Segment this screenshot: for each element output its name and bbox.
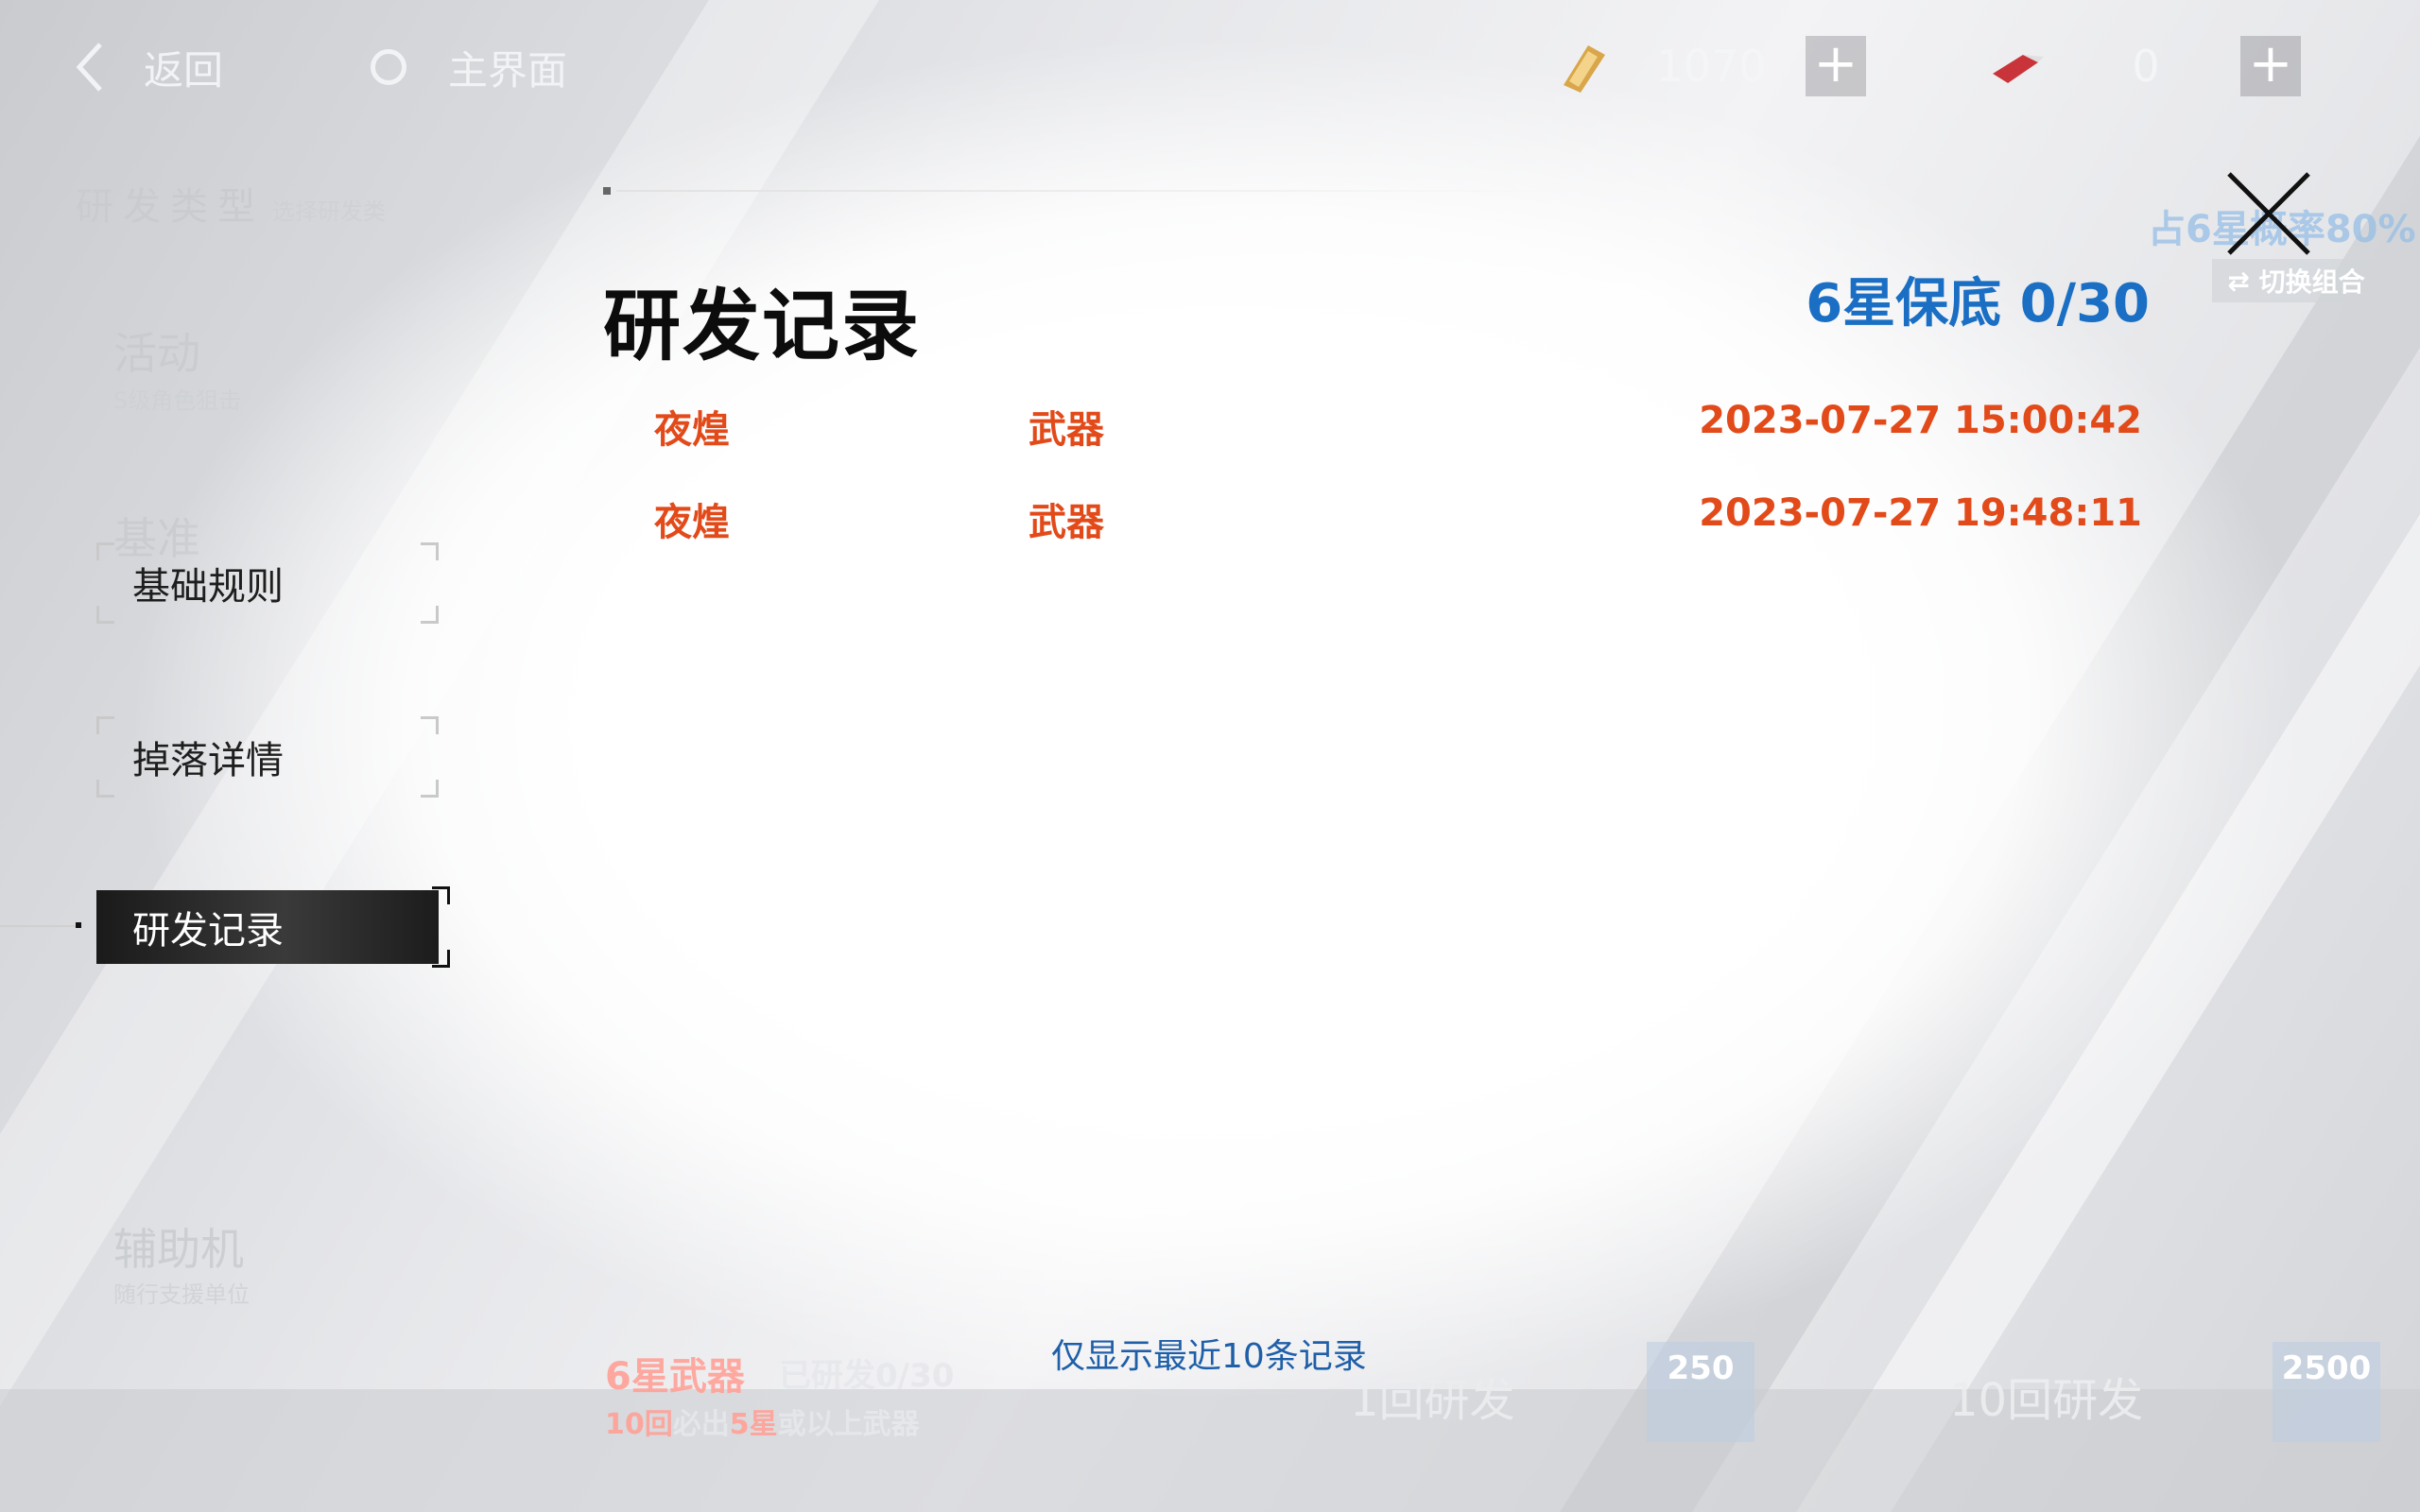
back-label: 返回 xyxy=(144,46,224,94)
close-button[interactable] xyxy=(2223,168,2314,259)
tab-label: 研发记录 xyxy=(132,909,284,953)
faded-item-activity: 活动 xyxy=(113,328,200,379)
faded-item-support-sub: 随行支援单位 xyxy=(113,1281,250,1308)
red-plus-button[interactable]: + xyxy=(2240,36,2301,96)
red-ticket-icon xyxy=(1985,38,2051,94)
switch-icon: ⇄ xyxy=(2227,265,2259,297)
single-pull-button[interactable]: 1回研发 xyxy=(1350,1363,1515,1429)
developed-count: 已研发0/30 xyxy=(779,1357,955,1395)
active-tab-indicator-dot xyxy=(76,922,81,928)
gold-ticket-icon xyxy=(1550,38,1616,94)
dialog-corner-dot xyxy=(603,187,611,195)
dialog-title: 研发记录 xyxy=(603,282,922,371)
tab-label: 基础规则 xyxy=(132,565,284,609)
sidebar-header-sub: 选择研发类 xyxy=(272,198,386,225)
record-type: 武器 xyxy=(1028,501,1104,544)
faded-item-activity-sub: S级角色狙击 xyxy=(113,387,242,414)
record-name: 夜煌 xyxy=(654,408,730,452)
single-pull-cost: 250 xyxy=(1647,1342,1754,1442)
gold-plus-button[interactable]: + xyxy=(1806,36,1866,96)
dialog-top-line xyxy=(616,190,1562,192)
guarantee-text: 10回必出5星或以上武器 xyxy=(605,1408,920,1441)
tab-dev-records[interactable]: 研发记录 xyxy=(96,886,450,968)
gold-value: 1070 xyxy=(1655,41,1767,92)
home-icon xyxy=(371,49,406,85)
record-row: 夜煌 武器 2023-07-27 15:00:42 xyxy=(654,399,2142,455)
switch-combo-button[interactable]: ⇄ 切换组合 xyxy=(2212,259,2380,302)
red-value: 0 xyxy=(2132,41,2160,92)
record-name: 夜煌 xyxy=(654,501,730,544)
ten-pull-button[interactable]: 10回研发 xyxy=(1949,1363,2143,1429)
home-label: 主界面 xyxy=(448,46,568,94)
currency-red: 0 + xyxy=(1985,30,2301,102)
home-button[interactable]: 主界面 xyxy=(371,34,567,100)
back-button[interactable]: 返回 xyxy=(76,34,223,100)
record-type: 武器 xyxy=(1028,408,1104,452)
faded-item-support: 辅助机 xyxy=(113,1224,244,1275)
tab-basic-rules[interactable]: 基础规则 xyxy=(96,542,439,624)
sidebar-header: 研发类型 xyxy=(76,185,265,229)
pity-counter: 6星保底 0/30 xyxy=(1806,273,2150,335)
record-time: 2023-07-27 19:48:11 xyxy=(1699,491,2142,535)
tab-drop-details[interactable]: 掉落详情 xyxy=(96,716,439,798)
record-time: 2023-07-27 15:00:42 xyxy=(1699,399,2142,442)
tab-label: 掉落详情 xyxy=(132,739,284,782)
six-star-weapon-label: 6星武器 xyxy=(605,1355,745,1399)
ten-pull-cost: 2500 xyxy=(2273,1342,2380,1442)
record-row: 夜煌 武器 2023-07-27 19:48:11 xyxy=(654,491,2142,548)
back-arrow-icon xyxy=(76,43,102,92)
close-icon xyxy=(2227,172,2310,255)
top-bar: 返回 主界面 1070 + 0 + xyxy=(0,0,2420,132)
active-tab-indicator-line xyxy=(0,925,76,927)
currency-gold: 1070 + xyxy=(1550,30,1866,102)
footer-note: 仅显示最近10条记录 xyxy=(1051,1337,1367,1376)
